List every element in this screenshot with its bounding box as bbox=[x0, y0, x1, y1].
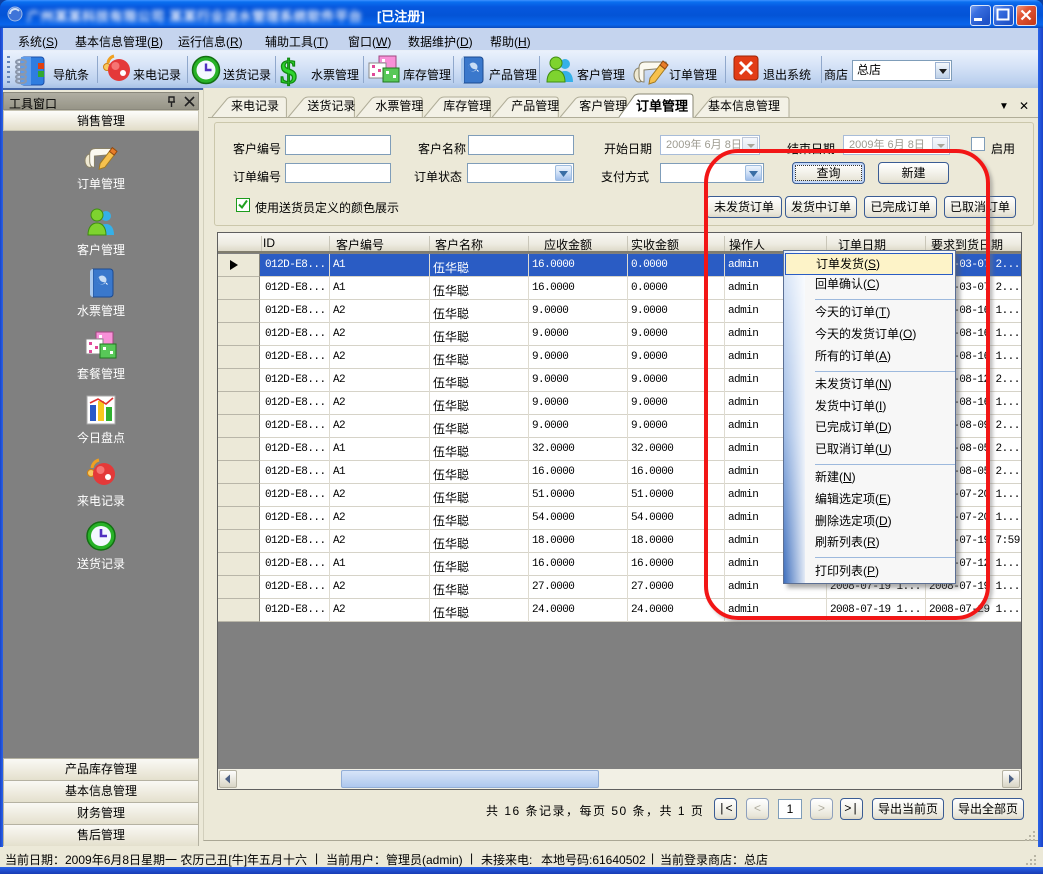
svg-text:基本信息管理: 基本信息管理 bbox=[708, 98, 780, 113]
svg-text:水票管理: 水票管理 bbox=[375, 98, 423, 113]
svg-text:订单管理: 订单管理 bbox=[636, 99, 688, 114]
svg-text:客户管理: 客户管理 bbox=[579, 98, 627, 113]
svg-text:来电记录: 来电记录 bbox=[231, 99, 279, 113]
svg-text:送货记录: 送货记录 bbox=[307, 98, 355, 113]
svg-text:产品管理: 产品管理 bbox=[511, 98, 559, 113]
svg-text:$: $ bbox=[280, 54, 297, 88]
svg-text:库存管理: 库存管理 bbox=[443, 98, 491, 113]
